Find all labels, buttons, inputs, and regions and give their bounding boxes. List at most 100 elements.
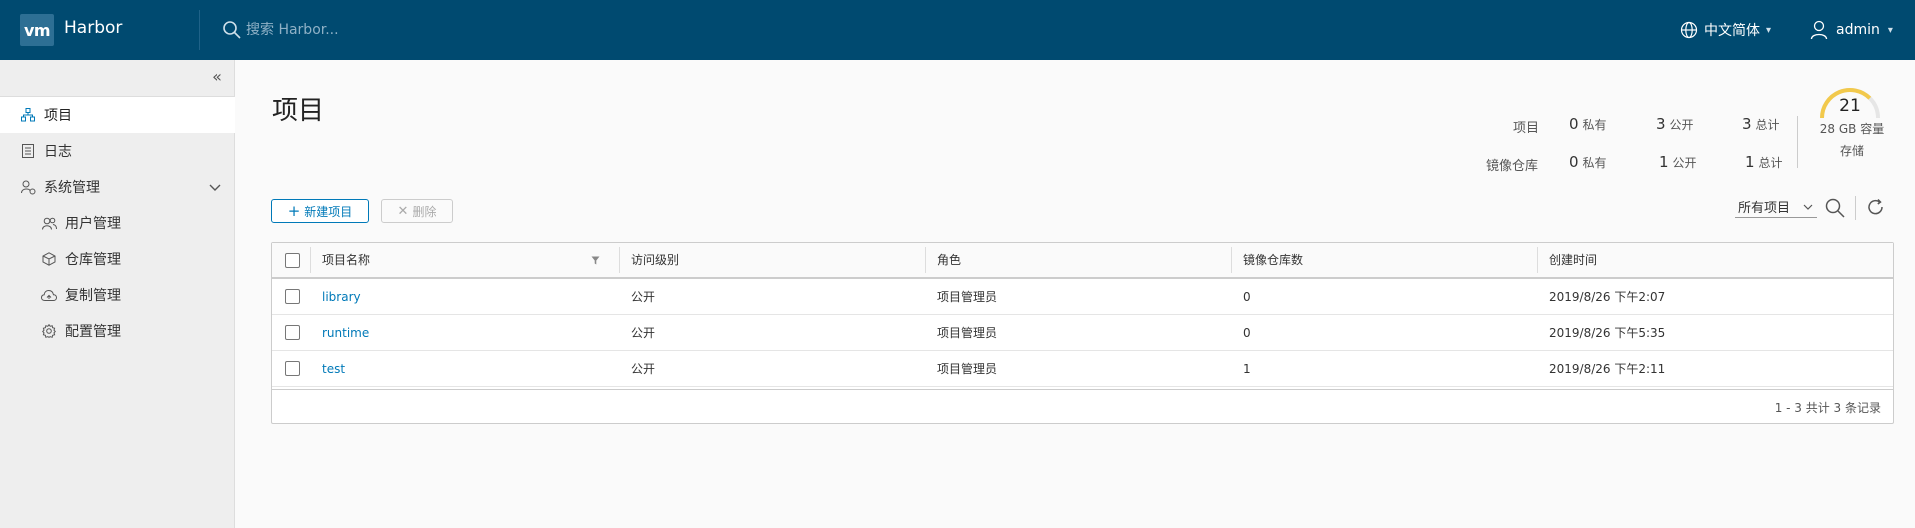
column-header-role[interactable]: 角色 (937, 243, 961, 277)
role-cell: 项目管理员 (937, 326, 998, 340)
project-name-link[interactable]: library (322, 279, 361, 315)
stat-value: 1 (1745, 153, 1755, 171)
stat-value: 0 (1569, 153, 1579, 171)
access-cell: 公开 (631, 290, 656, 304)
delete-label: 删除 (412, 204, 437, 219)
registry-icon (41, 251, 57, 267)
project-name-link[interactable]: runtime (322, 315, 369, 351)
stat-unit: 公开 (1672, 156, 1697, 170)
column-header-access[interactable]: 访问级别 (631, 243, 679, 277)
storage-label: 存储 (1839, 144, 1864, 158)
storage-value: 21 (1839, 96, 1861, 116)
chevron-down-icon: ▾ (1887, 24, 1893, 36)
stat-repos-private: 0 私有 (1569, 153, 1607, 171)
replication-icon (41, 287, 57, 303)
sidebar-item-label: 系统管理 (44, 180, 100, 196)
language-dropdown[interactable]: 中文简体 ▾ (1680, 18, 1771, 42)
table-row: test 公开 项目管理员 1 2019/8/26 下午2:11 (272, 351, 1893, 387)
repo-count-cell: 0 (1243, 326, 1251, 340)
stat-projects-label: 项目 (1513, 121, 1540, 136)
collapse-sidebar-icon[interactable]: « (208, 68, 226, 86)
storage-capacity: 28 GB 容量 (1819, 122, 1885, 136)
chevron-down-icon: ▾ (1766, 24, 1772, 36)
header-divider (199, 10, 200, 50)
stat-repos-public: 1 公开 (1659, 153, 1697, 171)
sidebar-item-registries[interactable]: 仓库管理 (0, 241, 235, 277)
access-cell: 公开 (631, 362, 656, 376)
repo-count-cell: 0 (1243, 290, 1251, 304)
vmware-logo[interactable]: vm (20, 14, 54, 46)
users-icon (41, 215, 57, 231)
sidebar-item-replications[interactable]: 复制管理 (0, 277, 235, 313)
row-checkbox[interactable] (285, 289, 300, 304)
search-icon[interactable] (1824, 197, 1846, 219)
sidebar-item-label: 仓库管理 (65, 252, 121, 268)
role-cell: 项目管理员 (937, 362, 998, 376)
column-divider (619, 247, 620, 273)
column-divider (925, 247, 926, 273)
project-filter-select[interactable]: 所有项目 (1735, 196, 1817, 218)
search-icon (223, 21, 241, 39)
sidebar-item-label: 复制管理 (65, 288, 121, 304)
select-all-checkbox[interactable] (285, 253, 300, 268)
stat-unit: 私有 (1582, 156, 1607, 170)
sidebar-item-label: 配置管理 (65, 324, 121, 340)
column-divider (310, 247, 311, 273)
sidebar-item-users[interactable]: 用户管理 (0, 205, 235, 241)
access-cell: 公开 (631, 326, 656, 340)
chevron-down-icon (1803, 204, 1813, 210)
sidebar-item-label: 项目 (44, 108, 72, 124)
new-project-button[interactable]: + 新建项目 (271, 199, 369, 223)
row-checkbox[interactable] (285, 361, 300, 376)
user-menu[interactable]: admin ▾ (1810, 18, 1893, 42)
filter-icon[interactable] (591, 256, 600, 265)
settings-icon (41, 323, 57, 339)
stat-value: 3 (1742, 115, 1752, 133)
sidebar: « 项目 日志 系统管理 用户管理 仓库管理 复制管理 配置管理 (0, 60, 235, 528)
project-name-link[interactable]: test (322, 351, 345, 387)
column-header-name[interactable]: 项目名称 (322, 243, 370, 277)
stat-projects-total: 3 总计 (1742, 115, 1780, 133)
row-checkbox[interactable] (285, 325, 300, 340)
close-icon: ✕ (397, 203, 409, 219)
language-label: 中文简体 (1704, 23, 1760, 39)
globe-icon (1680, 21, 1698, 39)
created-time-cell: 2019/8/26 下午5:35 (1549, 326, 1666, 340)
sidebar-item-label: 用户管理 (65, 216, 121, 232)
role-cell: 项目管理员 (937, 290, 998, 304)
brand-name[interactable]: Harbor (64, 18, 122, 38)
projects-icon (20, 107, 36, 123)
table-footer: 1 - 3 共计 3 条记录 (272, 389, 1893, 423)
logs-icon (20, 143, 36, 159)
stat-value: 0 (1569, 115, 1579, 133)
repo-count-cell: 1 (1243, 362, 1251, 376)
stat-unit: 总计 (1758, 156, 1783, 170)
stat-repos-label: 镜像仓库 (1486, 159, 1539, 174)
table-row: runtime 公开 项目管理员 0 2019/8/26 下午5:35 (272, 315, 1893, 351)
top-header: vm Harbor 中文简体 ▾ admin ▾ (0, 0, 1915, 60)
page-title: 项目 (272, 96, 325, 126)
sidebar-item-admin[interactable]: 系统管理 (0, 169, 235, 205)
table-row: library 公开 项目管理员 0 2019/8/26 下午2:07 (272, 279, 1893, 315)
projects-table: 项目名称 访问级别 角色 镜像仓库数 创建时间 library 公开 项目管理员… (271, 242, 1894, 424)
toolbar-divider (1855, 196, 1856, 220)
created-time-cell: 2019/8/26 下午2:11 (1549, 362, 1666, 376)
column-divider (1537, 247, 1538, 273)
username-label: admin (1836, 22, 1880, 38)
filter-value: 所有项目 (1738, 201, 1791, 216)
sidebar-item-settings[interactable]: 配置管理 (0, 313, 235, 349)
sidebar-item-label: 日志 (44, 144, 72, 160)
stat-unit: 公开 (1669, 118, 1694, 132)
storage-caption: 28 GB 容量 存储 (1812, 118, 1892, 162)
sidebar-item-logs[interactable]: 日志 (0, 133, 235, 169)
chevron-down-icon (209, 184, 221, 191)
new-project-label: 新建项目 (304, 204, 353, 219)
column-header-created[interactable]: 创建时间 (1549, 243, 1597, 277)
sidebar-item-projects[interactable]: 项目 (0, 97, 235, 133)
delete-button[interactable]: ✕ 删除 (381, 199, 453, 223)
column-header-repo-count[interactable]: 镜像仓库数 (1243, 243, 1303, 277)
refresh-icon[interactable] (1865, 197, 1887, 219)
stat-unit: 总计 (1755, 118, 1780, 132)
global-search-input[interactable] (246, 18, 506, 42)
stats-divider (1797, 116, 1798, 168)
